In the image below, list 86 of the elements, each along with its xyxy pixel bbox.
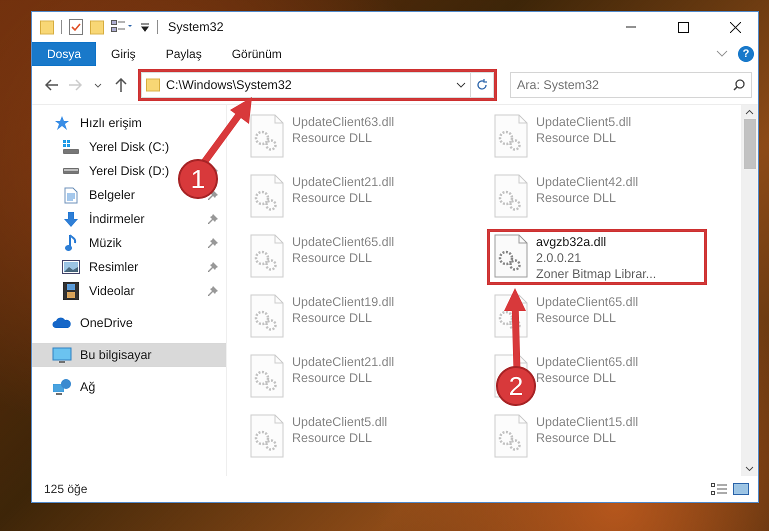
dropdown-icon[interactable] [140, 22, 150, 32]
monitor-icon [52, 346, 72, 364]
details-view-icon [711, 483, 727, 495]
window-title: System32 [168, 20, 225, 34]
sidebar-item[interactable]: Videolar [32, 279, 226, 303]
file-detail: Resource DLL [536, 130, 617, 146]
details-view-button[interactable] [708, 483, 730, 495]
dll-file-icon [494, 234, 528, 278]
cloud-icon [52, 317, 72, 329]
ribbon-tab[interactable]: Paylaş [150, 42, 217, 66]
maximize-icon [678, 22, 688, 32]
picture-icon [62, 260, 80, 274]
dll-file-icon [494, 414, 528, 458]
sidebar-item[interactable]: Resimler [32, 255, 226, 279]
ribbon-tab[interactable]: Dosya [32, 42, 96, 66]
close-icon [730, 22, 740, 32]
file-detail: Resource DLL [536, 190, 617, 206]
dll-file-icon [250, 294, 284, 338]
sidebar-item[interactable]: Hızlı erişim [32, 111, 226, 135]
forward-arrow-icon [68, 79, 82, 91]
file-name: UpdateClient5.dll [536, 114, 632, 130]
sidebar-item[interactable]: İndirmeler [32, 207, 226, 231]
file-name: UpdateClient15.dll [536, 414, 638, 430]
chevron-down-icon [94, 82, 102, 88]
file-name: UpdateClient63.dll [292, 114, 394, 130]
file-detail: Resource DLL [292, 310, 373, 326]
document-icon [64, 186, 78, 204]
scroll-thumb[interactable] [744, 119, 756, 169]
file-detail: Zoner Bitmap Librar... [536, 266, 656, 282]
folder-icon [146, 78, 160, 92]
dll-file-icon [250, 114, 284, 158]
file-name: UpdateClient21.dll [292, 354, 394, 370]
star-icon [54, 115, 70, 131]
file-detail: Resource DLL [536, 430, 617, 446]
dll-file-icon [494, 174, 528, 218]
file-detail: Resource DLL [536, 310, 617, 326]
file-detail: Resource DLL [292, 370, 373, 386]
file-name: UpdateClient21.dll [292, 174, 394, 190]
file-name: UpdateClient42.dll [536, 174, 638, 190]
file-name: UpdateClient65.dll [536, 354, 638, 370]
back-arrow-icon [45, 79, 60, 91]
file-name: UpdateClient5.dll [292, 414, 388, 430]
file-detail: Resource DLL [292, 190, 373, 206]
file-name: UpdateClient65.dll [292, 234, 394, 250]
drive-icon [62, 167, 80, 175]
file-name: UpdateClient65.dll [536, 294, 638, 310]
file-detail: Resource DLL [292, 250, 373, 266]
file-name: UpdateClient19.dll [292, 294, 394, 310]
ribbon-tab[interactable]: Görünüm [216, 42, 297, 66]
file-detail: Resource DLL [536, 370, 617, 386]
file-item[interactable]: avgzb32a.dll 2.0.0.21 Zoner Bitmap Librar... [487, 229, 707, 285]
dll-file-icon [250, 354, 284, 398]
folder-icon [40, 19, 54, 35]
dll-file-icon [250, 234, 284, 278]
up-arrow-icon [114, 78, 127, 92]
dll-file-icon [250, 174, 284, 218]
scrollbar[interactable] [741, 105, 758, 476]
dll-file-icon [494, 114, 528, 158]
network-icon [52, 378, 72, 396]
drive-icon [62, 139, 80, 155]
search-field[interactable]: Ara: System32 [510, 72, 752, 98]
sidebar-item[interactable]: Yerel Disk (C:) [32, 135, 226, 159]
address-path: C:\Windows\System32 [166, 78, 293, 92]
refresh-icon[interactable] [476, 79, 488, 91]
sidebar-item[interactable]: Ağ [32, 375, 226, 399]
chevron-down-icon[interactable] [456, 82, 466, 88]
ribbon-tab[interactable]: Giriş [96, 42, 151, 66]
file-name: avgzb32a.dll [536, 234, 608, 250]
item-count: 125 öğe [44, 482, 88, 496]
music-note-icon [65, 234, 77, 252]
sidebar-item[interactable]: OneDrive [32, 311, 226, 335]
large-icons-view-button[interactable] [730, 483, 752, 495]
file-detail: Resource DLL [292, 430, 373, 446]
dll-file-icon [250, 414, 284, 458]
help-button[interactable]: ? [738, 46, 754, 62]
search-icon [733, 79, 745, 91]
file-detail: 2.0.0.21 [536, 250, 582, 266]
film-icon [63, 282, 79, 300]
view-icon[interactable] [111, 20, 133, 34]
sidebar-item[interactable]: Bu bilgisayar [32, 343, 226, 367]
file-detail: Resource DLL [292, 130, 373, 146]
sidebar-item[interactable]: Müzik [32, 231, 226, 255]
download-icon [63, 210, 79, 228]
large-icons-view-icon [733, 483, 749, 495]
properties-icon[interactable] [69, 19, 83, 35]
expand-ribbon-icon[interactable] [716, 50, 728, 58]
